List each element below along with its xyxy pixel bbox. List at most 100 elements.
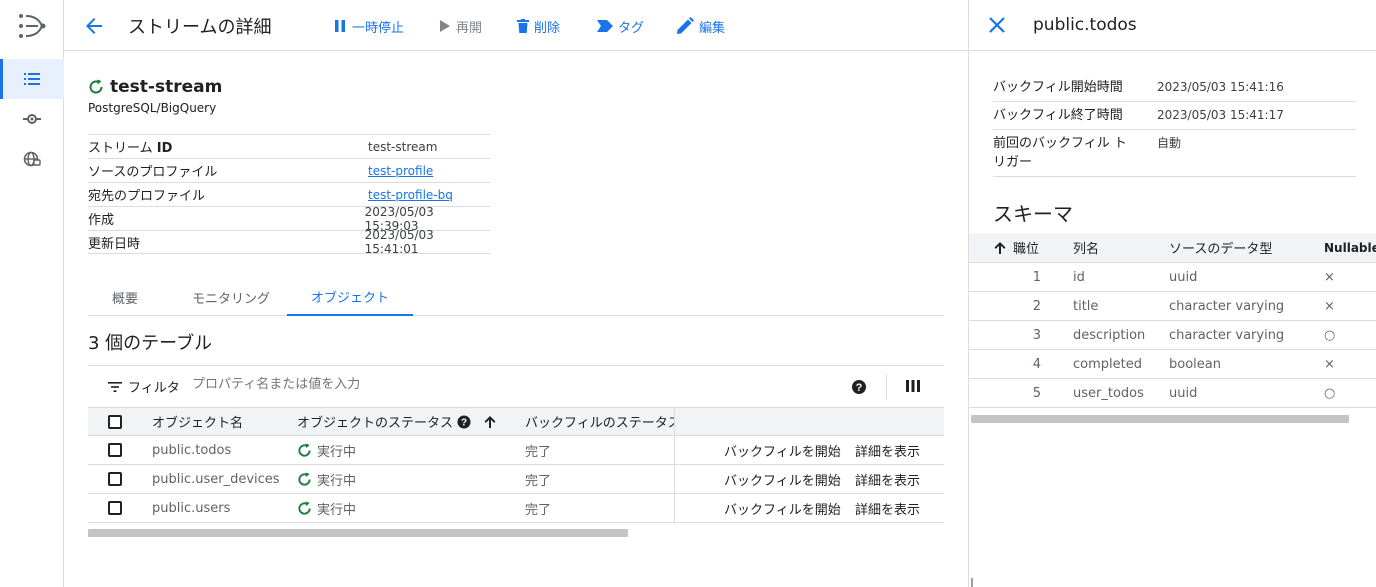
info-row-updated: 更新日時 2023/05/03 15:41:01 [88,228,490,256]
view-details-button[interactable]: 詳細を表示 [855,465,920,493]
info-row-created: 作成 2023/05/03 15:39:03 [88,205,490,233]
backfill-status: 完了 [525,502,552,518]
schema-data-type: character varying [1169,327,1285,343]
start-backfill-button[interactable]: バックフィルを開始 [724,436,841,464]
delete-button[interactable]: 削除 [517,16,560,36]
schema-nullable: ○ [1324,385,1336,401]
select-all-checkbox[interactable] [108,414,122,429]
column-display-icon[interactable] [906,379,920,393]
col-backfill-status[interactable]: バックフィルのステータス [525,408,674,435]
trash-icon [517,19,529,33]
resume-button[interactable]: 再開 [439,16,482,36]
backfill-status: 完了 [525,473,552,489]
horizontal-scrollbar[interactable] [88,529,628,537]
select-all-cell [108,408,122,435]
schema-nullable: × [1324,298,1335,314]
tag-button[interactable]: タグ [597,16,644,36]
col-position-label: 職位 [1013,242,1040,257]
backfill-value: 2023/05/03 15:41:16 [1157,80,1284,94]
pause-icon [335,20,345,32]
stream-name: test-stream [110,77,223,97]
backfill-row-trigger: 前回のバックフィル ト リガー 自動 [993,130,1356,177]
source-profile-link[interactable]: test-profile [368,164,433,178]
datastream-logo-icon[interactable] [18,12,48,40]
back-arrow-icon[interactable] [82,14,106,38]
edit-button[interactable]: 編集 [676,16,725,36]
filter-button[interactable]: フィルタ [108,377,180,396]
schema-row: 1 id uuid × [969,263,1376,292]
info-key-text: ストリーム [88,141,157,156]
schema-column-name: id [1073,269,1085,285]
view-details-button[interactable]: 詳細を表示 [855,436,920,464]
status-help-icon[interactable]: ? [457,415,471,429]
backfill-key: バックフィル開始時間 [993,80,1123,95]
sort-ascending-icon [994,241,1006,254]
sort-ascending-icon[interactable] [483,415,497,429]
schema-position: 4 [1032,356,1041,372]
play-icon [440,20,450,32]
backfill-value: 2023/05/03 15:41:17 [1157,108,1284,122]
row-checkbox[interactable] [108,443,122,457]
schema-nullable: × [1324,356,1335,372]
col-object-status[interactable]: オブジェクトのステータス ? [297,408,497,435]
col-column-name[interactable]: 列名 [1073,233,1099,262]
schema-header-row: 職位 列名 ソースのデータ型 Nullable [969,233,1376,263]
row-select-cell [108,494,122,522]
tab-objects[interactable]: オブジェクト [287,279,413,316]
col-nullable[interactable]: Nullable [1324,233,1376,262]
running-status-icon [89,79,103,94]
schema-column-name: title [1073,298,1099,314]
backfill-key-line1: 前回のバックフィル ト [993,136,1127,151]
start-backfill-button[interactable]: バックフィルを開始 [724,465,841,493]
filter-input[interactable] [192,377,492,392]
panel-resize-handle[interactable] [971,578,973,587]
pause-label: 一時停止 [352,20,405,36]
schema-row: 4 completed boolean × [969,350,1376,379]
filter-icon [108,381,122,392]
schema-data-type: character varying [1169,298,1285,314]
row-checkbox[interactable] [108,472,122,486]
schema-row: 3 description character varying ○ [969,321,1376,350]
schema-row: 2 title character varying × [969,292,1376,321]
close-icon[interactable] [987,15,1007,35]
running-status-icon [298,500,311,515]
schema-horizontal-scrollbar[interactable] [971,415,1349,423]
object-status: 実行中 [297,494,356,522]
info-value: 2023/05/03 15:41:01 [364,228,434,256]
nav-private-connectivity[interactable] [0,139,64,179]
object-detail-panel: public.todos バックフィル開始時間 2023/05/03 15:41… [968,0,1376,587]
row-checkbox[interactable] [108,501,122,515]
row-select-cell [108,436,122,464]
start-backfill-button[interactable]: バックフィルを開始 [724,494,841,522]
schema-data-type: boolean [1169,356,1221,372]
col-object-name[interactable]: オブジェクト名 [152,408,243,435]
col-position[interactable]: 職位 [993,233,1039,262]
delete-label: 削除 [534,20,561,36]
object-name: public.user_devices [152,471,280,487]
schema-table: 職位 列名 ソースのデータ型 Nullable 1 id uuid × 2 ti… [969,233,1376,408]
object-status-text: 実行中 [317,473,357,489]
pause-button[interactable]: 一時停止 [333,16,404,36]
destination-profile-link[interactable]: test-profile-bq [368,188,453,202]
tab-overview[interactable]: 概要 [88,279,162,315]
table-row: public.user_devices 実行中 完了 バックフィルを開始 詳細を… [88,465,944,494]
backfill-value: 自動 [1157,136,1182,150]
running-status-icon [298,442,311,457]
tab-monitoring[interactable]: モニタリング [174,279,288,315]
backfill-key: 前回のバックフィル ト リガー [993,134,1157,172]
col-source-type[interactable]: ソースのデータ型 [1169,233,1272,262]
tag-label: タグ [618,20,645,36]
schema-position: 3 [1032,327,1041,343]
nav-connection-profiles[interactable] [0,99,64,139]
info-key: 宛先のプロファイル [88,189,206,204]
detail-tabs: 概要 モニタリング オブジェクト [88,279,944,316]
table-header-row: オブジェクト名 オブジェクトのステータス ? バックフィルのステータス [88,407,944,436]
panel-title: public.todos [1033,15,1137,35]
info-key: 作成 [88,213,115,228]
view-details-button[interactable]: 詳細を表示 [855,494,920,522]
help-icon[interactable]: ? [851,379,867,395]
page-title: ストリームの詳細 [128,17,272,38]
backfill-status: 完了 [525,444,552,460]
nav-streams[interactable] [0,59,64,99]
page-header: ストリームの詳細 一時停止 再開 削除 タグ 編集 [64,0,968,51]
